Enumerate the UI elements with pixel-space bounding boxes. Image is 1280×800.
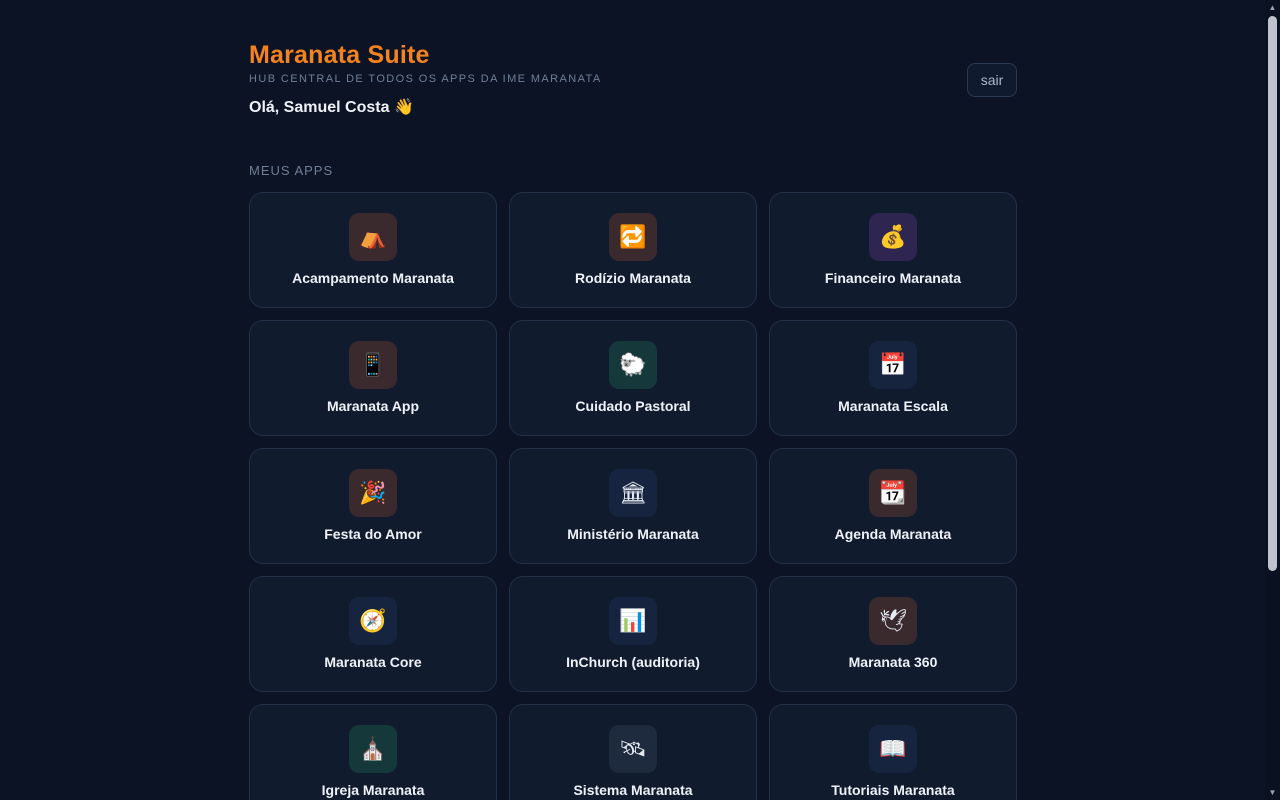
app-card-label: Financeiro Maranata <box>824 270 962 286</box>
app-card-label: Festa do Amor <box>324 526 422 542</box>
apps-grid: ⛺ Acampamento Maranata 🔁 Rodízio Maranat… <box>249 192 1017 800</box>
app-card[interactable]: 💰 Financeiro Maranata <box>769 192 1017 308</box>
app-card[interactable]: 📖 Tutoriais Maranata <box>769 704 1017 800</box>
classical-building-icon: 🏛 <box>609 469 657 517</box>
header: Maranata Suite HUB CENTRAL DE TODOS OS A… <box>249 0 1017 150</box>
app-card-label: Cuidado Pastoral <box>575 398 691 414</box>
party-popper-icon: 🎉 <box>349 469 397 517</box>
app-card[interactable]: 🎉 Festa do Amor <box>249 448 497 564</box>
app-card-label: Maranata Core <box>324 654 422 670</box>
app-card[interactable]: 📆 Agenda Maranata <box>769 448 1017 564</box>
money-bag-icon: 💰 <box>869 213 917 261</box>
app-card[interactable]: 🏛 Ministério Maranata <box>509 448 757 564</box>
scroll-down-arrow-icon[interactable]: ▼ <box>1265 785 1280 800</box>
main-container: Maranata Suite HUB CENTRAL DE TODOS OS A… <box>249 0 1017 800</box>
app-card-label: Ministério Maranata <box>567 526 699 542</box>
app-card-label: Maranata Escala <box>838 398 948 414</box>
user-greeting: Olá, Samuel Costa 👋 <box>249 99 414 116</box>
vertical-scrollbar[interactable]: ▲ ▼ <box>1265 0 1280 800</box>
page-subtitle: HUB CENTRAL DE TODOS OS APPS DA IME MARA… <box>249 73 602 85</box>
satellite-icon: 🛰 <box>609 725 657 773</box>
app-card[interactable]: 🧭 Maranata Core <box>249 576 497 692</box>
camping-icon: ⛺ <box>349 213 397 261</box>
mobile-phone-icon: 📱 <box>349 341 397 389</box>
app-card[interactable]: 📅 Maranata Escala <box>769 320 1017 436</box>
app-card[interactable]: ⛪ Igreja Maranata <box>249 704 497 800</box>
app-card-label: Rodízio Maranata <box>575 270 691 286</box>
compass-icon: 🧭 <box>349 597 397 645</box>
app-hub-page: Maranata Suite HUB CENTRAL DE TODOS OS A… <box>0 0 1280 800</box>
sheep-icon: 🐑 <box>609 341 657 389</box>
logout-button[interactable]: sair <box>967 63 1017 97</box>
app-card-label: Sistema Maranata <box>573 782 693 798</box>
app-card[interactable]: 🛰 Sistema Maranata <box>509 704 757 800</box>
app-card[interactable]: 🔁 Rodízio Maranata <box>509 192 757 308</box>
app-card[interactable]: 📊 InChurch (auditoria) <box>509 576 757 692</box>
repeat-icon: 🔁 <box>609 213 657 261</box>
app-card[interactable]: 🕊 Maranata 360 <box>769 576 1017 692</box>
scrollbar-thumb[interactable] <box>1268 16 1277 571</box>
app-card[interactable]: ⛺ Acampamento Maranata <box>249 192 497 308</box>
dove-icon: 🕊 <box>869 597 917 645</box>
app-card-label: Maranata App <box>326 398 420 414</box>
app-card-label: Igreja Maranata <box>321 782 425 798</box>
calendar-icon: 📅 <box>869 341 917 389</box>
open-book-icon: 📖 <box>869 725 917 773</box>
bar-chart-icon: 📊 <box>609 597 657 645</box>
app-card-label: InChurch (auditoria) <box>566 654 700 670</box>
app-card[interactable]: 📱 Maranata App <box>249 320 497 436</box>
section-heading: MEUS APPS <box>249 163 334 178</box>
app-card[interactable]: 🐑 Cuidado Pastoral <box>509 320 757 436</box>
app-card-label: Tutoriais Maranata <box>831 782 955 798</box>
app-card-label: Maranata 360 <box>848 654 938 670</box>
scroll-up-arrow-icon[interactable]: ▲ <box>1265 0 1280 15</box>
church-icon: ⛪ <box>349 725 397 773</box>
page-title: Maranata Suite <box>249 41 430 69</box>
tear-off-calendar-icon: 📆 <box>869 469 917 517</box>
app-card-label: Acampamento Maranata <box>292 270 454 286</box>
app-card-label: Agenda Maranata <box>834 526 952 542</box>
